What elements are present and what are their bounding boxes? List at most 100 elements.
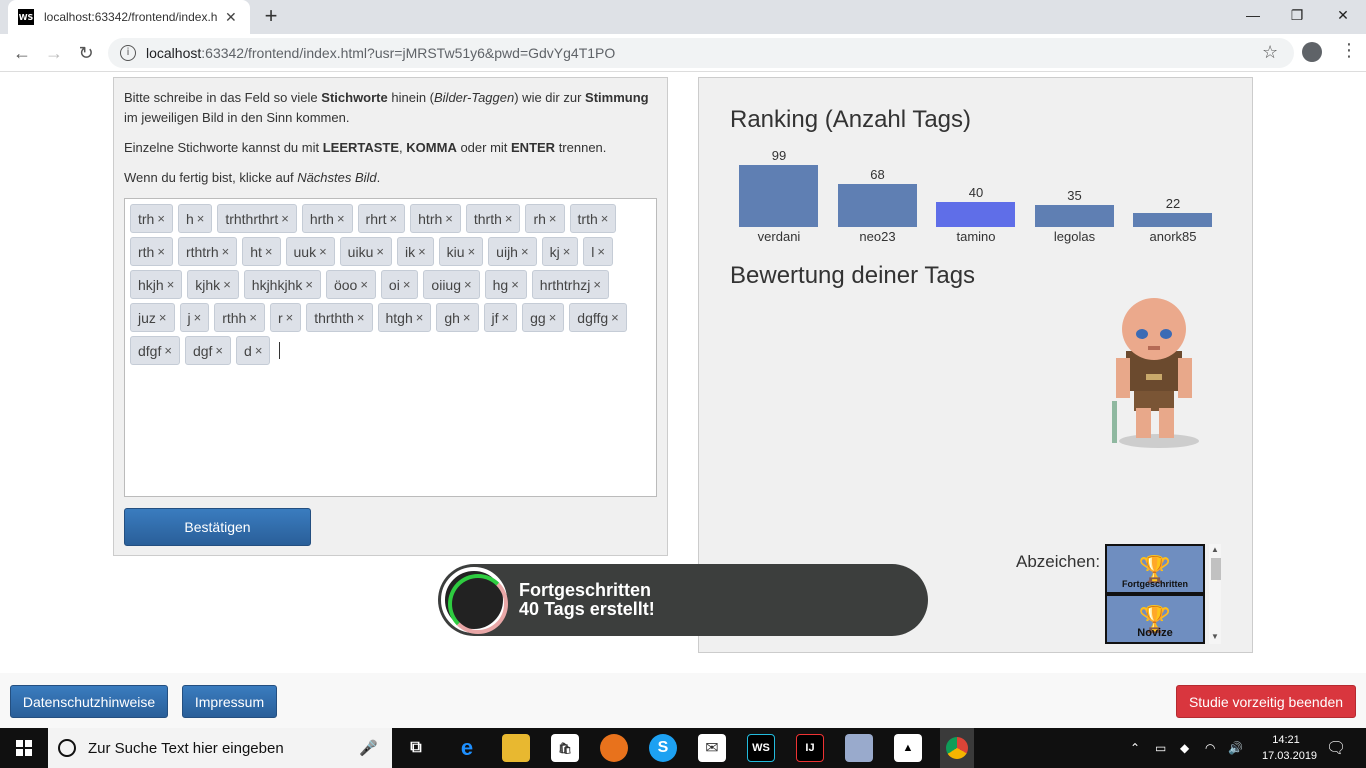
remove-tag-icon[interactable]: × — [611, 310, 619, 325]
firefox-icon[interactable] — [600, 734, 628, 762]
microphone-icon[interactable]: 🎤 — [359, 739, 378, 757]
remove-tag-icon[interactable]: × — [222, 244, 230, 259]
remove-tag-icon[interactable]: × — [167, 277, 175, 292]
remove-tag-icon[interactable]: × — [418, 244, 426, 259]
scroll-up-icon[interactable]: ▲ — [1211, 545, 1219, 554]
clock-date: 17.03.2019 — [1262, 750, 1318, 762]
remove-tag-icon[interactable]: × — [319, 244, 327, 259]
browser-menu-icon[interactable]: ⋮ — [1340, 40, 1358, 61]
tag-chip: rhrt × — [357, 204, 406, 233]
remove-tag-icon[interactable]: × — [505, 211, 513, 226]
remove-tag-icon[interactable]: × — [157, 211, 165, 226]
confirm-button[interactable]: Bestätigen — [124, 508, 311, 546]
browser-tab[interactable]: WS localhost:63342/frontend/index.h ✕ — [8, 0, 250, 34]
remove-tag-icon[interactable]: × — [215, 343, 223, 358]
badges-list[interactable]: 🏆 Fortgeschritten 🏆 Novize ▲ ▼ — [1105, 544, 1221, 644]
remove-tag-icon[interactable]: × — [468, 244, 476, 259]
notes-icon[interactable] — [845, 734, 873, 762]
remove-tag-icon[interactable]: × — [360, 277, 368, 292]
tag-label: trth — [577, 210, 598, 227]
minimize-icon[interactable]: — — [1230, 0, 1276, 30]
remove-tag-icon[interactable]: × — [164, 343, 172, 358]
remove-tag-icon[interactable]: × — [265, 244, 273, 259]
restore-icon[interactable]: ❐ — [1274, 0, 1320, 30]
badges-scrollbar[interactable]: ▲ ▼ — [1209, 544, 1221, 644]
remove-tag-icon[interactable]: × — [445, 211, 453, 226]
remove-tag-icon[interactable]: × — [390, 211, 398, 226]
bar-tamino — [936, 201, 1015, 227]
back-icon[interactable]: ← — [10, 41, 34, 65]
rating-title: Bewertung deiner Tags — [730, 262, 976, 289]
taskbar-clock[interactable]: 14:21 17.03.2019 — [1262, 732, 1318, 764]
remove-tag-icon[interactable]: × — [403, 277, 411, 292]
network-icon[interactable]: ◠ — [1205, 728, 1215, 768]
imprint-button[interactable]: Impressum — [182, 685, 277, 718]
profile-avatar-icon[interactable] — [1302, 42, 1322, 62]
battery-icon[interactable]: ▭ — [1155, 728, 1166, 768]
store-icon[interactable]: 🛍 — [551, 734, 579, 762]
chrome-icon[interactable] — [940, 728, 974, 768]
file-explorer-icon[interactable] — [502, 734, 530, 762]
task-view-icon[interactable]: ⧉ — [402, 734, 430, 762]
remove-tag-icon[interactable]: × — [286, 310, 294, 325]
tag-label: kiu — [446, 243, 465, 260]
remove-tag-icon[interactable]: × — [159, 310, 167, 325]
remove-tag-icon[interactable]: × — [249, 310, 257, 325]
url-field[interactable]: i localhost:63342/frontend/index.html?us… — [108, 38, 1294, 68]
start-button[interactable] — [0, 728, 48, 768]
intellij-icon[interactable]: IJ — [796, 734, 824, 762]
tag-label: uuk — [293, 243, 317, 260]
remove-tag-icon[interactable]: × — [357, 310, 365, 325]
mail-icon[interactable]: ✉ — [698, 734, 726, 762]
scroll-thumb[interactable] — [1211, 558, 1221, 580]
remove-tag-icon[interactable]: × — [197, 211, 205, 226]
new-tab-icon[interactable]: + — [259, 4, 283, 28]
remove-tag-icon[interactable]: × — [463, 310, 471, 325]
photos-icon[interactable]: ▲ — [894, 734, 922, 762]
skype-icon[interactable]: S — [649, 734, 677, 762]
remove-tag-icon[interactable]: × — [281, 211, 289, 226]
edge-icon[interactable]: e — [453, 734, 481, 762]
taskbar-search[interactable]: Zur Suche Text hier eingeben 🎤 — [48, 728, 392, 768]
remove-tag-icon[interactable]: × — [511, 277, 519, 292]
bookmark-star-icon[interactable]: ☆ — [1262, 42, 1278, 63]
remove-tag-icon[interactable]: × — [563, 244, 571, 259]
progress-ring-icon — [441, 567, 508, 634]
remove-tag-icon[interactable]: × — [337, 211, 345, 226]
end-study-button[interactable]: Studie vorzeitig beenden — [1176, 685, 1356, 718]
remove-tag-icon[interactable]: × — [549, 211, 557, 226]
remove-tag-icon[interactable]: × — [521, 244, 529, 259]
forward-icon[interactable]: → — [42, 41, 66, 65]
webstorm-icon[interactable]: WS — [747, 734, 775, 762]
remove-tag-icon[interactable]: × — [416, 310, 424, 325]
privacy-button[interactable]: Datenschutzhinweise — [10, 685, 168, 718]
dropbox-icon[interactable]: ◆ — [1180, 728, 1189, 768]
window-close-icon[interactable]: ✕ — [1320, 0, 1366, 30]
remove-tag-icon[interactable]: × — [255, 343, 263, 358]
remove-tag-icon[interactable]: × — [502, 310, 510, 325]
remove-tag-icon[interactable]: × — [601, 211, 609, 226]
remove-tag-icon[interactable]: × — [593, 277, 601, 292]
remove-tag-icon[interactable]: × — [464, 277, 472, 292]
address-bar: ← → ↻ i localhost:63342/frontend/index.h… — [0, 34, 1366, 72]
tag-label: dgffg — [577, 309, 609, 326]
remove-tag-icon[interactable]: × — [157, 244, 165, 259]
tag-chip: rh × — [525, 204, 565, 233]
reload-icon[interactable]: ↻ — [74, 41, 98, 65]
remove-tag-icon[interactable]: × — [194, 310, 202, 325]
scroll-down-icon[interactable]: ▼ — [1211, 632, 1219, 641]
tag-input-field[interactable]: trh × h × trhthrthrt × hrth × rhrt × htrh × thrth × rh… — [124, 198, 657, 497]
remove-tag-icon[interactable]: × — [305, 277, 313, 292]
site-info-icon[interactable]: i — [120, 45, 136, 61]
tag-chip: trhthrthrt × — [217, 204, 297, 233]
volume-icon[interactable]: 🔊 — [1228, 728, 1243, 768]
tray-chevron-icon[interactable]: ⌃ — [1130, 728, 1140, 768]
bar-verdani — [739, 164, 818, 227]
notifications-icon[interactable]: 🗨 — [1326, 728, 1346, 768]
tagging-panel: Bitte schreibe in das Feld so viele Stic… — [113, 77, 668, 556]
remove-tag-icon[interactable]: × — [376, 244, 384, 259]
tab-close-icon[interactable]: ✕ — [225, 9, 237, 26]
remove-tag-icon[interactable]: × — [549, 310, 557, 325]
remove-tag-icon[interactable]: × — [597, 244, 605, 259]
remove-tag-icon[interactable]: × — [223, 277, 231, 292]
